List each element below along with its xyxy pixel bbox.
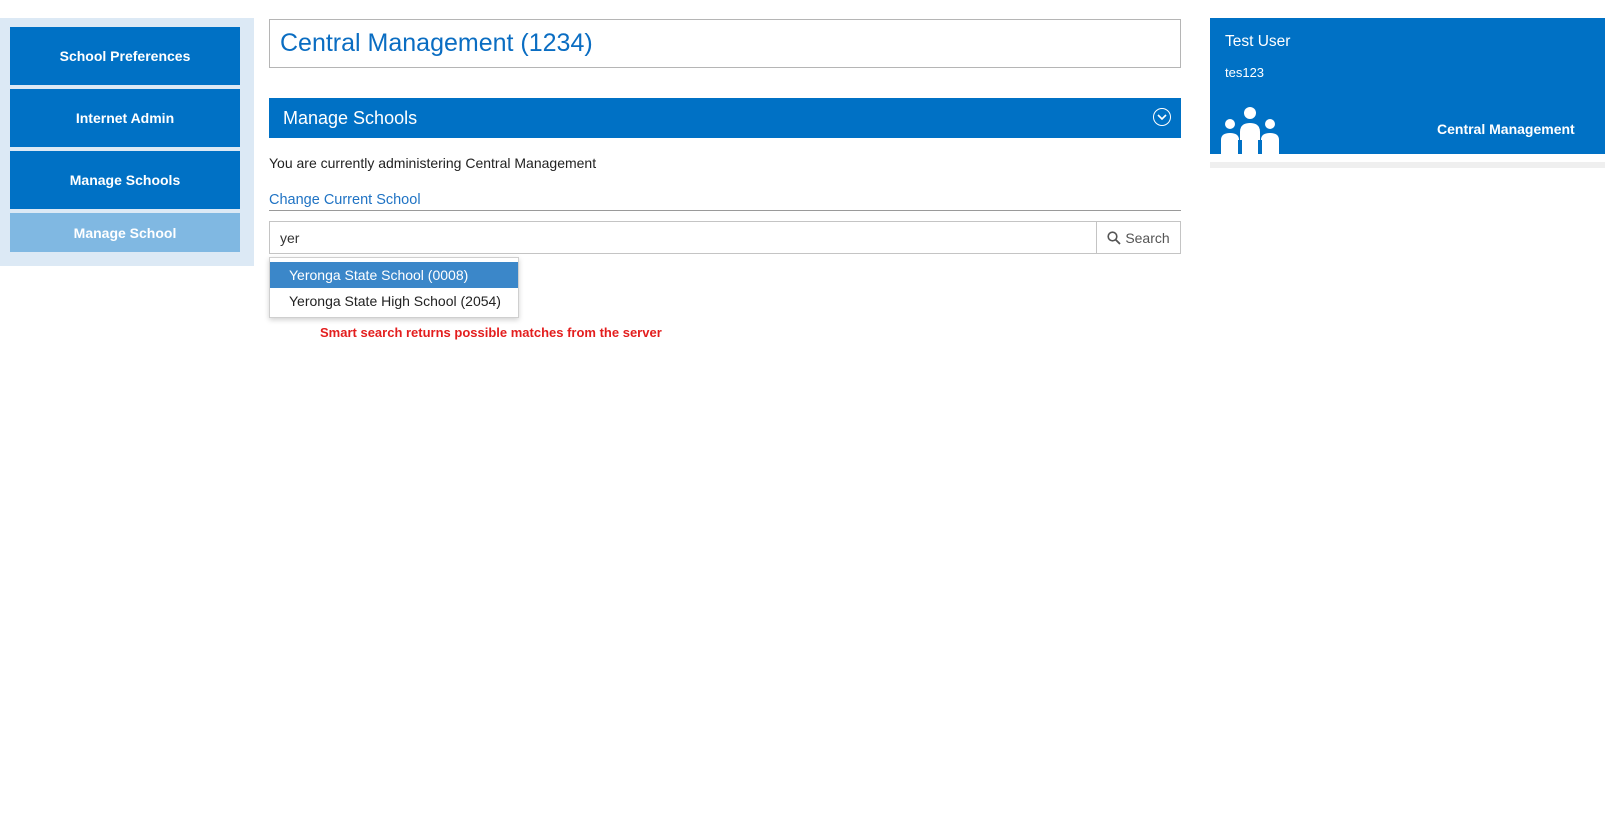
sidebar-item-label: School Preferences [59, 48, 191, 64]
user-panel-divider [1210, 162, 1605, 168]
user-panel: Test User tes123 Central Management [1210, 18, 1605, 154]
suggestion-item[interactable]: Yeronga State High School (2054) [270, 288, 518, 314]
people-icon [1221, 107, 1279, 154]
sidebar-item-label: Manage School [73, 224, 177, 241]
divider [269, 210, 1181, 211]
admin-status-text: You are currently administering Central … [269, 155, 597, 171]
sidebar-item-label: Internet Admin [75, 110, 175, 126]
search-input[interactable] [269, 221, 1097, 254]
sidebar-item-internet-admin[interactable]: Internet Admin [10, 89, 240, 147]
sidebar-item-label: Manage Schools [69, 172, 181, 188]
search-suggestions: Yeronga State School (0008) Yeronga Stat… [269, 257, 519, 318]
sidebar: School Preferences Internet Admin Manage… [0, 18, 254, 266]
search-button[interactable]: Search [1096, 221, 1181, 254]
user-organisation: Central Management [1437, 121, 1575, 137]
sidebar-item-manage-school[interactable]: Manage School [10, 213, 240, 252]
chevron-down-icon[interactable] [1153, 108, 1171, 126]
search-icon [1107, 230, 1121, 245]
suggestion-item[interactable]: Yeronga State School (0008) [270, 262, 518, 288]
page-title-box: Central Management (1234) [269, 19, 1181, 68]
search-button-label: Search [1125, 229, 1170, 246]
user-name: Test User [1225, 33, 1291, 50]
page-title: Central Management (1234) [280, 29, 593, 57]
section-title: Manage Schools [283, 107, 418, 128]
user-id: tes123 [1225, 65, 1265, 80]
section-header: Manage Schools [269, 98, 1181, 138]
annotation-note: Smart search returns possible matches fr… [320, 325, 662, 340]
change-current-school-link[interactable]: Change Current School [269, 192, 421, 208]
sidebar-item-manage-schools[interactable]: Manage Schools [10, 151, 240, 209]
sidebar-item-school-preferences[interactable]: School Preferences [10, 27, 240, 85]
